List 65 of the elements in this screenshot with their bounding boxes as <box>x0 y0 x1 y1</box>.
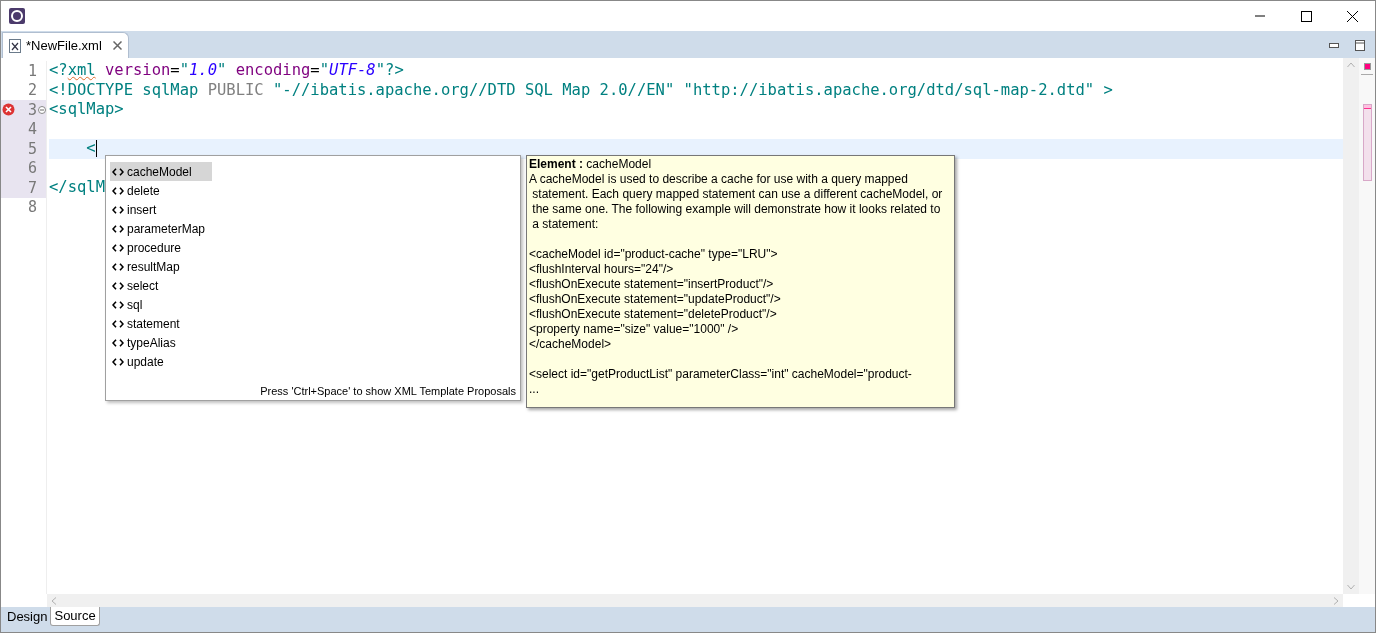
element-tag-icon <box>112 357 124 366</box>
completion-item[interactable]: resultMap <box>110 257 212 276</box>
completion-item[interactable]: insert <box>110 200 212 219</box>
error-summary-marker <box>1363 63 1371 70</box>
element-tag-icon <box>112 338 124 347</box>
app-icon <box>9 8 25 24</box>
error-marker <box>1363 105 1371 109</box>
element-tag-icon <box>112 205 124 214</box>
xml-file-icon <box>9 38 21 53</box>
code-line: <sqlMap> <box>49 100 124 120</box>
editor-tab[interactable]: *NewFile.xml <box>2 32 129 58</box>
completion-item[interactable]: statement <box>110 314 212 333</box>
horizontal-scrollbar[interactable] <box>47 594 1343 607</box>
scroll-left-icon[interactable] <box>51 596 57 605</box>
scroll-right-icon[interactable] <box>1333 596 1339 605</box>
example-code-line: <flushOnExecute statement="updateProduct"/> <box>529 292 782 307</box>
example-code-line: <flushInterval hours="24"/> <box>529 262 675 277</box>
line-number: 2 <box>26 80 37 101</box>
maximize-icon <box>1300 10 1312 22</box>
completion-item[interactable]: update <box>110 352 212 371</box>
line-number: 6 <box>26 158 37 179</box>
example-code-line: <select id="getProductList" parameterClass="int" cacheModel="product- <box>529 367 913 382</box>
line-number: 8 <box>26 197 37 218</box>
line-number: 3 <box>26 99 37 121</box>
element-tag-icon <box>112 224 124 233</box>
example-code-line: ... <box>529 382 540 397</box>
close-icon <box>1346 10 1358 22</box>
completion-item[interactable]: parameterMap <box>110 219 212 238</box>
completion-hint: Press 'Ctrl+Space' to show XML Template Proposals <box>260 383 516 399</box>
vertical-scrollbar[interactable] <box>1343 58 1359 594</box>
page-tab[interactable]: Design <box>4 607 51 626</box>
completion-item[interactable]: select <box>110 276 212 295</box>
completion-item[interactable]: delete <box>110 181 212 200</box>
element-tag-icon <box>112 300 124 309</box>
line-number: 1 <box>26 60 37 82</box>
maximize-view-icon[interactable] <box>1355 40 1365 51</box>
example-code-line: <flushOnExecute statement="insertProduct"/> <box>529 277 775 292</box>
line-number: 5 <box>26 138 37 160</box>
element-tag-icon <box>112 243 124 252</box>
minimize-view-icon[interactable] <box>1329 43 1339 48</box>
line-number: 4 <box>26 119 37 140</box>
completion-item[interactable]: sql <box>110 295 212 314</box>
element-title: Element : cacheModel <box>529 157 653 172</box>
scroll-down-icon[interactable] <box>1347 584 1355 590</box>
code-line: </sqlM <box>49 178 105 198</box>
line-number: 7 <box>26 177 37 199</box>
completion-item[interactable]: typeAlias <box>110 333 212 352</box>
element-tag-icon <box>112 319 124 328</box>
element-tag-icon <box>112 167 124 176</box>
example-code-line: <cacheModel id="product-cache" type="LRU"> <box>529 247 779 262</box>
example-code-line: </cacheModel> <box>529 337 613 352</box>
element-tag-icon <box>112 281 124 290</box>
close-icon[interactable] <box>112 41 122 50</box>
completion-item[interactable]: procedure <box>110 238 212 257</box>
code-line: <?xml version="1.0" encoding="UTF-8"?> <box>49 61 404 81</box>
element-tag-icon <box>112 262 124 271</box>
example-code-line: <property name="size" value="1000" /> <box>529 322 740 337</box>
completion-item[interactable]: cacheModel <box>110 162 212 181</box>
element-tag-icon <box>112 186 124 195</box>
code-line: <!DOCTYPE sqlMap PUBLIC "-//ibatis.apache.org//DTD SQL Map 2.0//EN" "http://ibatis.apache.org/dtd/sql-map-2.dtd" > <box>49 80 1113 100</box>
element-description: A cacheModel is used to describe a cache for use with a query mapped statement. Each query mapped statement can use a different cacheModel, or the same one. The following example will demonstrate how it looks related to a statement: <box>529 172 944 232</box>
page-tab[interactable]: Source <box>50 607 100 626</box>
fold-icon[interactable] <box>38 105 46 114</box>
scroll-up-icon[interactable] <box>1347 62 1355 68</box>
example-code-line: <flushOnExecute statement="deleteProduct"/> <box>529 307 778 322</box>
